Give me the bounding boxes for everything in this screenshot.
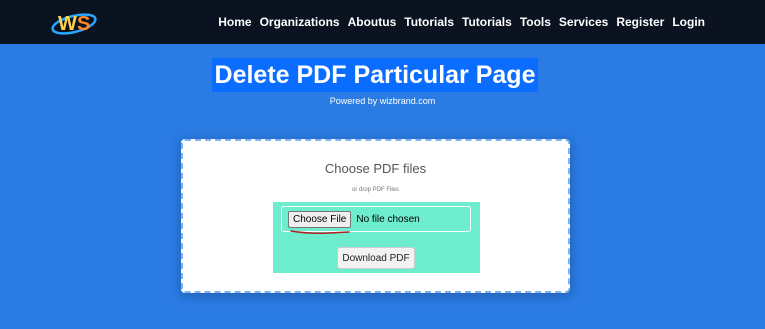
download-pdf-button[interactable]: Download PDF (337, 247, 415, 269)
page-title: Delete PDF Particular Page (212, 58, 538, 92)
navbar: W S Home Organizations Aboutus Tutorials… (0, 0, 765, 44)
nav-link-tools[interactable]: Tools (520, 15, 551, 29)
choose-file-button[interactable]: Choose File (288, 210, 352, 228)
file-status-text: No file chosen (356, 213, 420, 225)
nav-link-tutorials[interactable]: Tutorials (404, 15, 454, 29)
nav-link-aboutus[interactable]: Aboutus (348, 15, 397, 29)
upload-heading: Choose PDF files (324, 161, 427, 176)
wizbrand-logo[interactable]: W S (50, 5, 98, 39)
drop-note: or drop PDF Files (351, 187, 399, 193)
upload-card: Choose PDF files or drop PDF Files Choos… (181, 139, 570, 293)
upload-dropzone[interactable]: Choose File No file chosen Download PDF (273, 202, 480, 273)
svg-text:W: W (58, 13, 77, 35)
nav-link-register[interactable]: Register (616, 15, 664, 29)
nav-link-services[interactable]: Services (559, 15, 608, 29)
nav-link-home[interactable]: Home (218, 15, 251, 29)
nav-link-organizations[interactable]: Organizations (260, 15, 340, 29)
powered-by-text: Powered by wizbrand.com (329, 96, 436, 106)
logo-icon: W S (51, 13, 97, 35)
nav-link-tutorials-2[interactable]: Tutorials (462, 15, 512, 29)
nav-link-login[interactable]: Login (672, 15, 705, 29)
red-underline-annotation (290, 230, 350, 234)
nav-links: Home Organizations Aboutus Tutorials Tut… (218, 0, 705, 44)
svg-text:S: S (77, 13, 90, 35)
